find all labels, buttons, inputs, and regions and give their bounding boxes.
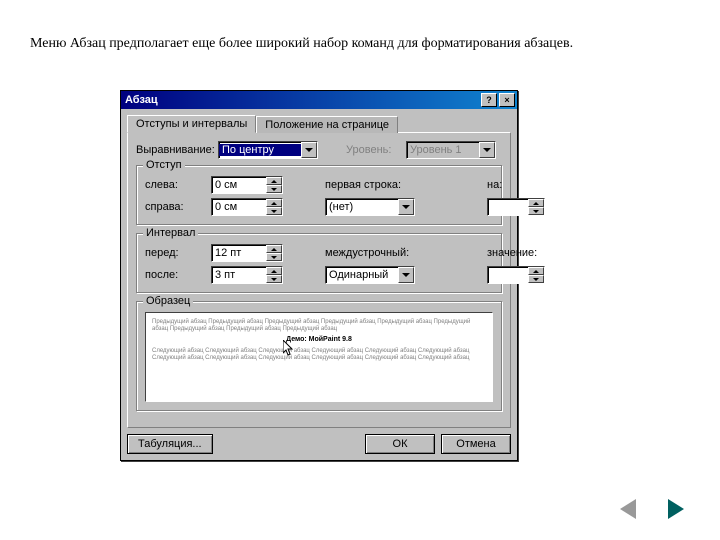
chevron-down-icon[interactable] <box>398 267 414 283</box>
level-combo: Уровень 1 <box>406 141 496 159</box>
chevron-down-icon <box>479 142 495 158</box>
spin-up-icon[interactable] <box>266 177 282 185</box>
before-spin[interactable]: 12 пт <box>211 244 283 262</box>
spin-up-icon[interactable] <box>266 245 282 253</box>
chevron-down-icon[interactable] <box>398 199 414 215</box>
next-slide-button[interactable] <box>662 498 690 520</box>
at-label: значение: <box>487 247 547 259</box>
tabs-button[interactable]: Табуляция... <box>127 434 213 454</box>
spacing-group: Интервал перед: 12 пт междустрочный: зна… <box>136 233 502 293</box>
spin-up-icon[interactable] <box>528 199 544 207</box>
before-label: перед: <box>145 247 205 259</box>
preview-group: Образец Предыдущий абзац Предыдущий абза… <box>136 301 502 411</box>
indent-by-spin[interactable] <box>487 198 545 216</box>
ok-button[interactable]: ОК <box>365 434 435 454</box>
indent-group: Отступ слева: 0 см первая строка: на: сп… <box>136 165 502 225</box>
preview-pane: Предыдущий абзац Предыдущий абзац Предыд… <box>145 312 493 402</box>
line-spacing-combo[interactable]: Одинарный <box>325 266 415 284</box>
help-button[interactable]: ? <box>481 93 497 107</box>
titlebar[interactable]: Абзац ? × <box>121 91 517 109</box>
cancel-button[interactable]: Отмена <box>441 434 511 454</box>
preview-sample: Демо: МойPaint 9.8 <box>152 336 486 344</box>
after-label: после: <box>145 269 205 281</box>
indent-right-spin[interactable]: 0 см <box>211 198 283 216</box>
spin-down-icon[interactable] <box>266 185 282 193</box>
first-line-label: первая строка: <box>325 179 415 191</box>
indent-left-label: слева: <box>145 179 205 191</box>
page-caption: Меню Абзац предполагает еще более широки… <box>30 36 573 52</box>
tab-indents[interactable]: Отступы и интервалы <box>127 115 256 133</box>
spin-up-icon[interactable] <box>266 267 282 275</box>
alignment-label: Выравнивание: <box>136 144 214 156</box>
prev-slide-button[interactable] <box>614 498 642 520</box>
paragraph-dialog: Абзац ? × Отступы и интервалы Положение … <box>120 90 518 461</box>
spin-down-icon[interactable] <box>266 253 282 261</box>
tab-panel: Выравнивание: По центру Уровень: Уровень… <box>127 132 511 428</box>
line-spacing-label: междустрочный: <box>325 247 415 259</box>
close-button[interactable]: × <box>499 93 515 107</box>
spin-down-icon[interactable] <box>528 275 544 283</box>
level-value: Уровень 1 <box>407 144 479 156</box>
spin-down-icon[interactable] <box>266 207 282 215</box>
chevron-down-icon[interactable] <box>301 142 317 158</box>
spacing-group-title: Интервал <box>143 227 198 239</box>
spin-down-icon[interactable] <box>528 207 544 215</box>
spin-down-icon[interactable] <box>266 275 282 283</box>
tab-strip: Отступы и интервалы Положение на страниц… <box>127 115 511 132</box>
indent-by-label: на: <box>487 179 547 191</box>
preview-group-title: Образец <box>143 295 193 307</box>
slide-nav <box>614 498 690 520</box>
first-line-combo[interactable]: (нет) <box>325 198 415 216</box>
dialog-title: Абзац <box>123 94 479 106</box>
indent-left-spin[interactable]: 0 см <box>211 176 283 194</box>
button-row: Табуляция... ОК Отмена <box>127 434 511 454</box>
alignment-value: По центру <box>219 144 301 156</box>
indent-right-label: справа: <box>145 201 205 213</box>
spin-up-icon[interactable] <box>528 267 544 275</box>
level-label: Уровень: <box>346 144 402 156</box>
at-spin[interactable] <box>487 266 545 284</box>
preview-filler: Следующий абзац Следующий абзац Следующи… <box>152 348 486 362</box>
tab-flow[interactable]: Положение на странице <box>256 116 398 133</box>
after-spin[interactable]: 3 пт <box>211 266 283 284</box>
indent-group-title: Отступ <box>143 159 185 171</box>
preview-filler: Предыдущий абзац Предыдущий абзац Предыд… <box>152 319 486 333</box>
alignment-combo[interactable]: По центру <box>218 141 318 159</box>
spin-up-icon[interactable] <box>266 199 282 207</box>
